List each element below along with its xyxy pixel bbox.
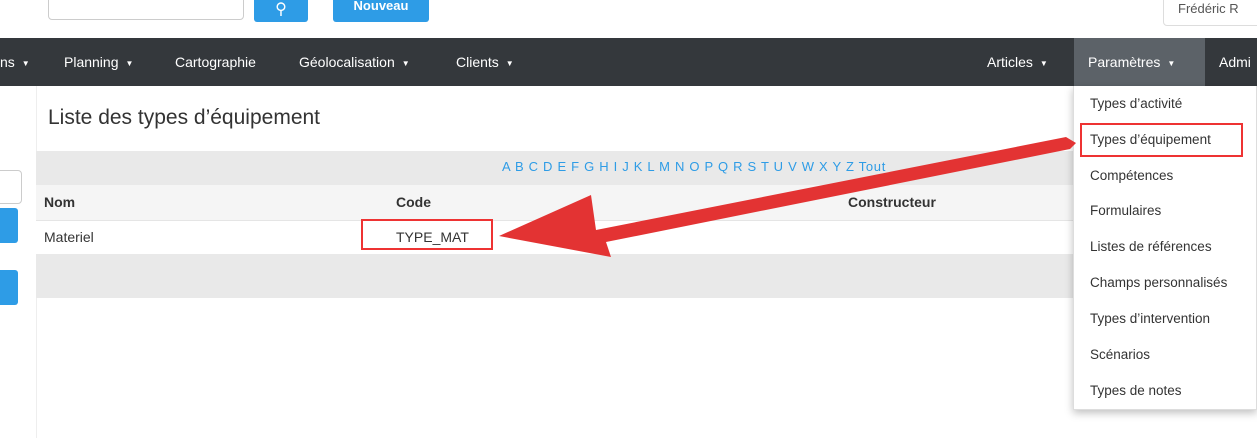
caret-down-icon: ▼ [1167, 59, 1176, 68]
main-navbar: ns ▼ Planning ▼ Cartographie Géolocalisati… [0, 38, 1257, 86]
menu-item-listes-references[interactable]: Listes de références [1090, 239, 1212, 254]
nav-item-planning[interactable]: Planning ▼ [64, 38, 133, 86]
caret-down-icon: ▼ [21, 59, 30, 68]
left-button-1[interactable] [0, 208, 18, 243]
nav-item-geolocalisation[interactable]: Géolocalisation ▼ [299, 38, 410, 86]
top-bar: ⚲ Nouveau Frédéric R [0, 0, 1257, 38]
menu-item-competences[interactable]: Compétences [1090, 168, 1173, 183]
alphabet-filter-links[interactable]: A B C D E F G H I J K L M N O P Q R S T … [502, 159, 886, 174]
parametres-dropdown-menu: Types d’activité Types d’équipement Comp… [1073, 86, 1257, 410]
column-header-constructeur[interactable]: Constructeur [848, 194, 936, 210]
left-button-2[interactable] [0, 270, 18, 305]
caret-down-icon: ▼ [125, 59, 134, 68]
menu-item-champs-personnalises[interactable]: Champs personnalisés [1090, 275, 1227, 290]
caret-down-icon: ▼ [401, 59, 410, 68]
menu-item-types-notes[interactable]: Types de notes [1090, 383, 1182, 398]
nav-item-parametres[interactable]: Paramètres ▼ [1074, 38, 1205, 86]
search-icon: ⚲ [275, 1, 287, 18]
user-menu[interactable]: Frédéric R [1163, 0, 1257, 26]
menu-item-formulaires[interactable]: Formulaires [1090, 203, 1161, 218]
nav-item-articles[interactable]: Articles ▼ [987, 38, 1048, 86]
menu-item-scenarios[interactable]: Scénarios [1090, 347, 1150, 362]
nav-item-admin[interactable]: Admi [1219, 38, 1251, 86]
cell-nom[interactable]: Materiel [44, 229, 94, 245]
left-panel-edge [0, 86, 37, 438]
menu-item-types-activite[interactable]: Types d’activité [1090, 96, 1182, 111]
menu-highlight-annotation [1080, 123, 1243, 157]
nav-item-cartographie[interactable]: Cartographie [175, 38, 256, 86]
code-highlight-annotation [361, 219, 493, 250]
menu-item-types-intervention[interactable]: Types d’intervention [1090, 311, 1210, 326]
column-header-code[interactable]: Code [396, 194, 431, 210]
page-title: Liste des types d’équipement [48, 106, 321, 129]
search-button[interactable]: ⚲ [254, 0, 308, 22]
caret-down-icon: ▼ [1039, 59, 1048, 68]
nav-item-clients[interactable]: Clients ▼ [456, 38, 514, 86]
left-input[interactable] [0, 170, 22, 204]
new-button[interactable]: Nouveau [333, 0, 429, 22]
caret-down-icon: ▼ [505, 59, 514, 68]
nav-item-partial[interactable]: ns ▼ [0, 38, 30, 86]
search-input[interactable] [48, 0, 244, 20]
column-header-nom[interactable]: Nom [44, 194, 75, 210]
